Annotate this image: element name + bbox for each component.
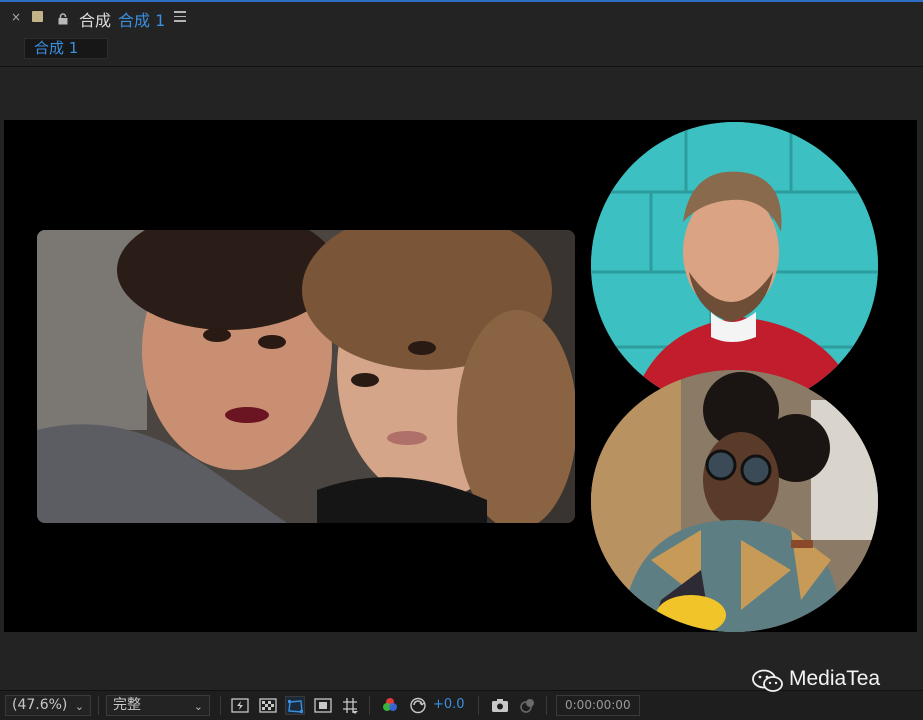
divider [478,696,479,715]
wechat-icon [752,669,784,693]
circle-photo-layer-man[interactable] [591,122,878,409]
rounded-rectangle-photo-layer[interactable] [37,230,575,523]
guides-icon[interactable] [340,696,360,715]
resolution-dropdown[interactable]: 完整 ⌄ [106,695,210,716]
chevron-down-icon: ⌄ [193,700,203,713]
smiling-man-image [591,122,878,409]
mask-visibility-icon[interactable] [285,696,305,715]
divider [546,696,547,715]
woman-with-sunglasses-image [591,370,878,632]
divider [369,696,370,715]
reset-exposure-icon[interactable] [408,696,428,715]
transparency-grid-icon[interactable] [258,696,278,715]
current-time-display[interactable]: 0:00:00:00 [556,695,640,716]
panel-menu-icon[interactable] [174,11,186,22]
resolution-value: 完整 [113,697,141,713]
watermark-text: MediaTea [789,667,881,690]
label-color-swatch[interactable] [32,11,43,22]
region-of-interest-icon[interactable] [313,696,333,715]
color-channels-icon[interactable] [380,696,400,715]
panel-title-prefix: 合成 [79,11,112,30]
close-icon[interactable]: × [11,10,21,24]
exposure-value[interactable]: +0.0 [433,697,465,712]
two-women-portrait-image [37,230,575,523]
divider [220,696,221,715]
magnification-dropdown[interactable]: (47.6%) ⌄ [5,695,91,716]
lock-icon[interactable] [57,10,69,25]
panel-title-bar: × 合成 合成 1 [0,2,923,32]
panel-title-comp-name[interactable]: 合成 1 [118,7,165,31]
divider [98,696,99,715]
fast-preview-icon[interactable] [230,696,250,715]
circle-photo-layer-woman[interactable] [591,370,878,632]
viewer-bottom-toolbar: (47.6%) ⌄ 完整 ⌄ +0.0 0:00:00:00 [0,690,923,720]
chevron-down-icon: ⌄ [74,700,84,713]
magnification-value: (47.6%) [12,697,68,713]
snapshot-icon[interactable] [490,696,510,715]
composition-canvas[interactable] [4,120,917,632]
composition-tab[interactable]: 合成 1 [24,38,108,59]
show-snapshot-icon[interactable] [517,696,537,715]
